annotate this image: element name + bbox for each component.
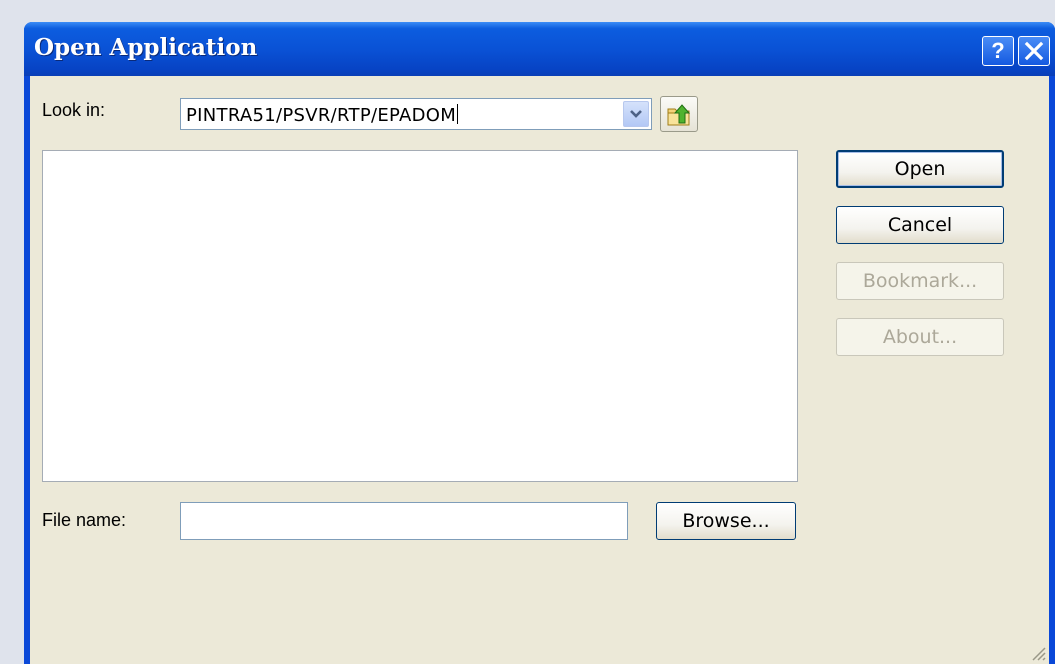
dialog-title: Open Application (34, 34, 258, 61)
chevron-down-icon (630, 110, 642, 118)
look-in-combobox[interactable]: PINTRA51/PSVR/RTP/EPADOM (180, 98, 652, 130)
look-in-label: Look in: (42, 100, 106, 120)
dialog-body: Look in: PINTRA51/PSVR/RTP/EPADOM File n… (30, 76, 1049, 664)
open-button[interactable]: Open (836, 150, 1004, 188)
file-name-label: File name: (42, 510, 127, 530)
resize-grip-icon[interactable] (1029, 644, 1047, 662)
open-application-dialog: Open Application ? Look in: PINTRA51/PSV… (24, 22, 1055, 664)
bookmark-button[interactable]: Bookmark... (836, 262, 1004, 300)
about-button[interactable]: About... (836, 318, 1004, 356)
close-button[interactable] (1018, 36, 1050, 66)
cancel-button[interactable]: Cancel (836, 206, 1004, 244)
file-name-input[interactable] (180, 502, 628, 540)
look-in-value: PINTRA51/PSVR/RTP/EPADOM (186, 105, 457, 126)
help-button[interactable]: ? (982, 36, 1014, 66)
browse-button[interactable]: Browse... (656, 502, 796, 540)
text-caret (457, 104, 459, 124)
up-one-level-button[interactable] (660, 96, 698, 132)
folder-up-icon (667, 104, 691, 126)
close-icon (1024, 41, 1044, 61)
look-in-dropdown-button[interactable] (623, 101, 649, 127)
title-bar[interactable]: Open Application ? (24, 22, 1055, 76)
file-list[interactable] (42, 150, 798, 482)
look-in-value-wrap: PINTRA51/PSVR/RTP/EPADOM (186, 104, 459, 126)
